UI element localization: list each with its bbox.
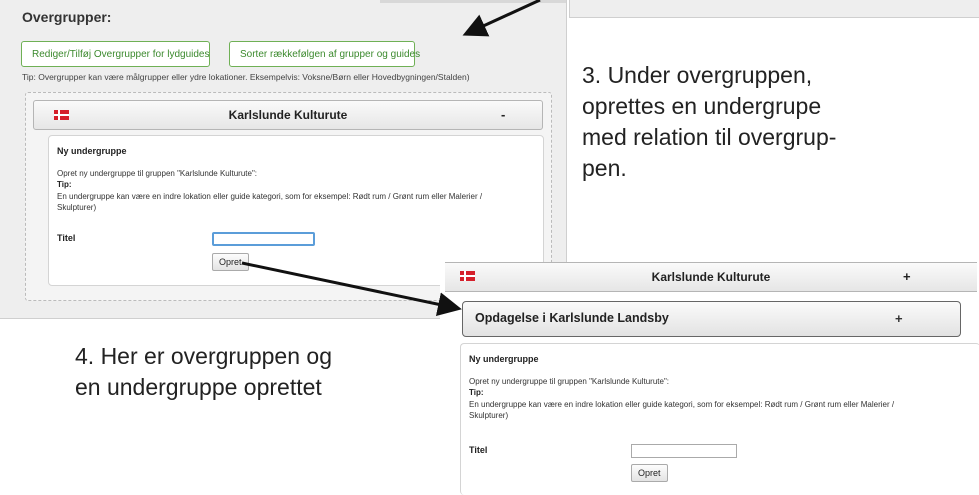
tip-text-line: En undergruppe kan være en indre lokatio…: [469, 400, 895, 409]
note-line: oprettes en undergrupe: [582, 93, 822, 119]
tip-label: Tip:: [469, 388, 484, 397]
note-line: med relation til overgrup-: [582, 124, 837, 150]
tip-text-line: En undergruppe kan være en indre lokatio…: [57, 192, 483, 201]
tip-text: Tip: Overgrupper kan være målgrupper ell…: [22, 72, 470, 82]
screenshot-panel-top-right: [569, 0, 979, 18]
expand-toggle[interactable]: +: [895, 305, 903, 333]
note-line: 4. Her er overgruppen og: [75, 343, 332, 369]
subgroup-header[interactable]: Opdagelse i Karlslunde Landsby +: [462, 301, 961, 337]
form-title: Ny undergruppe: [57, 146, 127, 156]
title-input[interactable]: [212, 232, 315, 246]
form-description: Opret ny undergruppe til gruppen "Karlsl…: [57, 169, 258, 178]
step-3-note: 3. Under overgruppen, oprettes en underg…: [582, 60, 942, 184]
tip-label: Tip:: [57, 180, 72, 189]
title-field-label: Titel: [469, 445, 488, 455]
tip-text-line: Skulpturer): [57, 203, 97, 212]
group-title: Karlslunde Kulturute: [228, 108, 348, 122]
new-subgroup-form: Ny undergruppe Opret ny undergruppe til …: [460, 343, 979, 495]
group-title: Karlslunde Kulturute: [651, 270, 771, 284]
collapse-toggle[interactable]: -: [501, 101, 505, 129]
title-input[interactable]: [631, 444, 737, 458]
subgroup-title: Opdagelse i Karlslunde Landsby: [475, 311, 669, 325]
group-header[interactable]: Karlslunde Kulturute +: [445, 262, 977, 292]
note-line: pen.: [582, 155, 627, 181]
note-line: 3. Under overgruppen,: [582, 62, 813, 88]
form-title: Ny undergruppe: [469, 354, 539, 364]
section-title: Overgrupper:: [22, 9, 112, 25]
group-header[interactable]: Karlslunde Kulturute -: [33, 100, 543, 130]
step-4-note: 4. Her er overgruppen og en undergruppe …: [75, 341, 375, 403]
create-button[interactable]: Opret: [631, 464, 668, 482]
screenshot-edge: [380, 0, 566, 3]
tip-text-line: Skulpturer): [469, 411, 509, 420]
edit-groups-button[interactable]: Rediger/Tilføj Overgrupper for lydguides: [21, 41, 210, 67]
form-description: Opret ny undergruppe til gruppen "Karlsl…: [469, 377, 670, 386]
create-button[interactable]: Opret: [212, 253, 249, 271]
sort-order-button[interactable]: Sorter rækkefølgen af grupper og guides: [229, 41, 420, 67]
expand-toggle[interactable]: +: [903, 263, 911, 291]
note-line: en undergruppe oprettet: [75, 374, 322, 400]
title-field-label: Titel: [57, 233, 76, 243]
